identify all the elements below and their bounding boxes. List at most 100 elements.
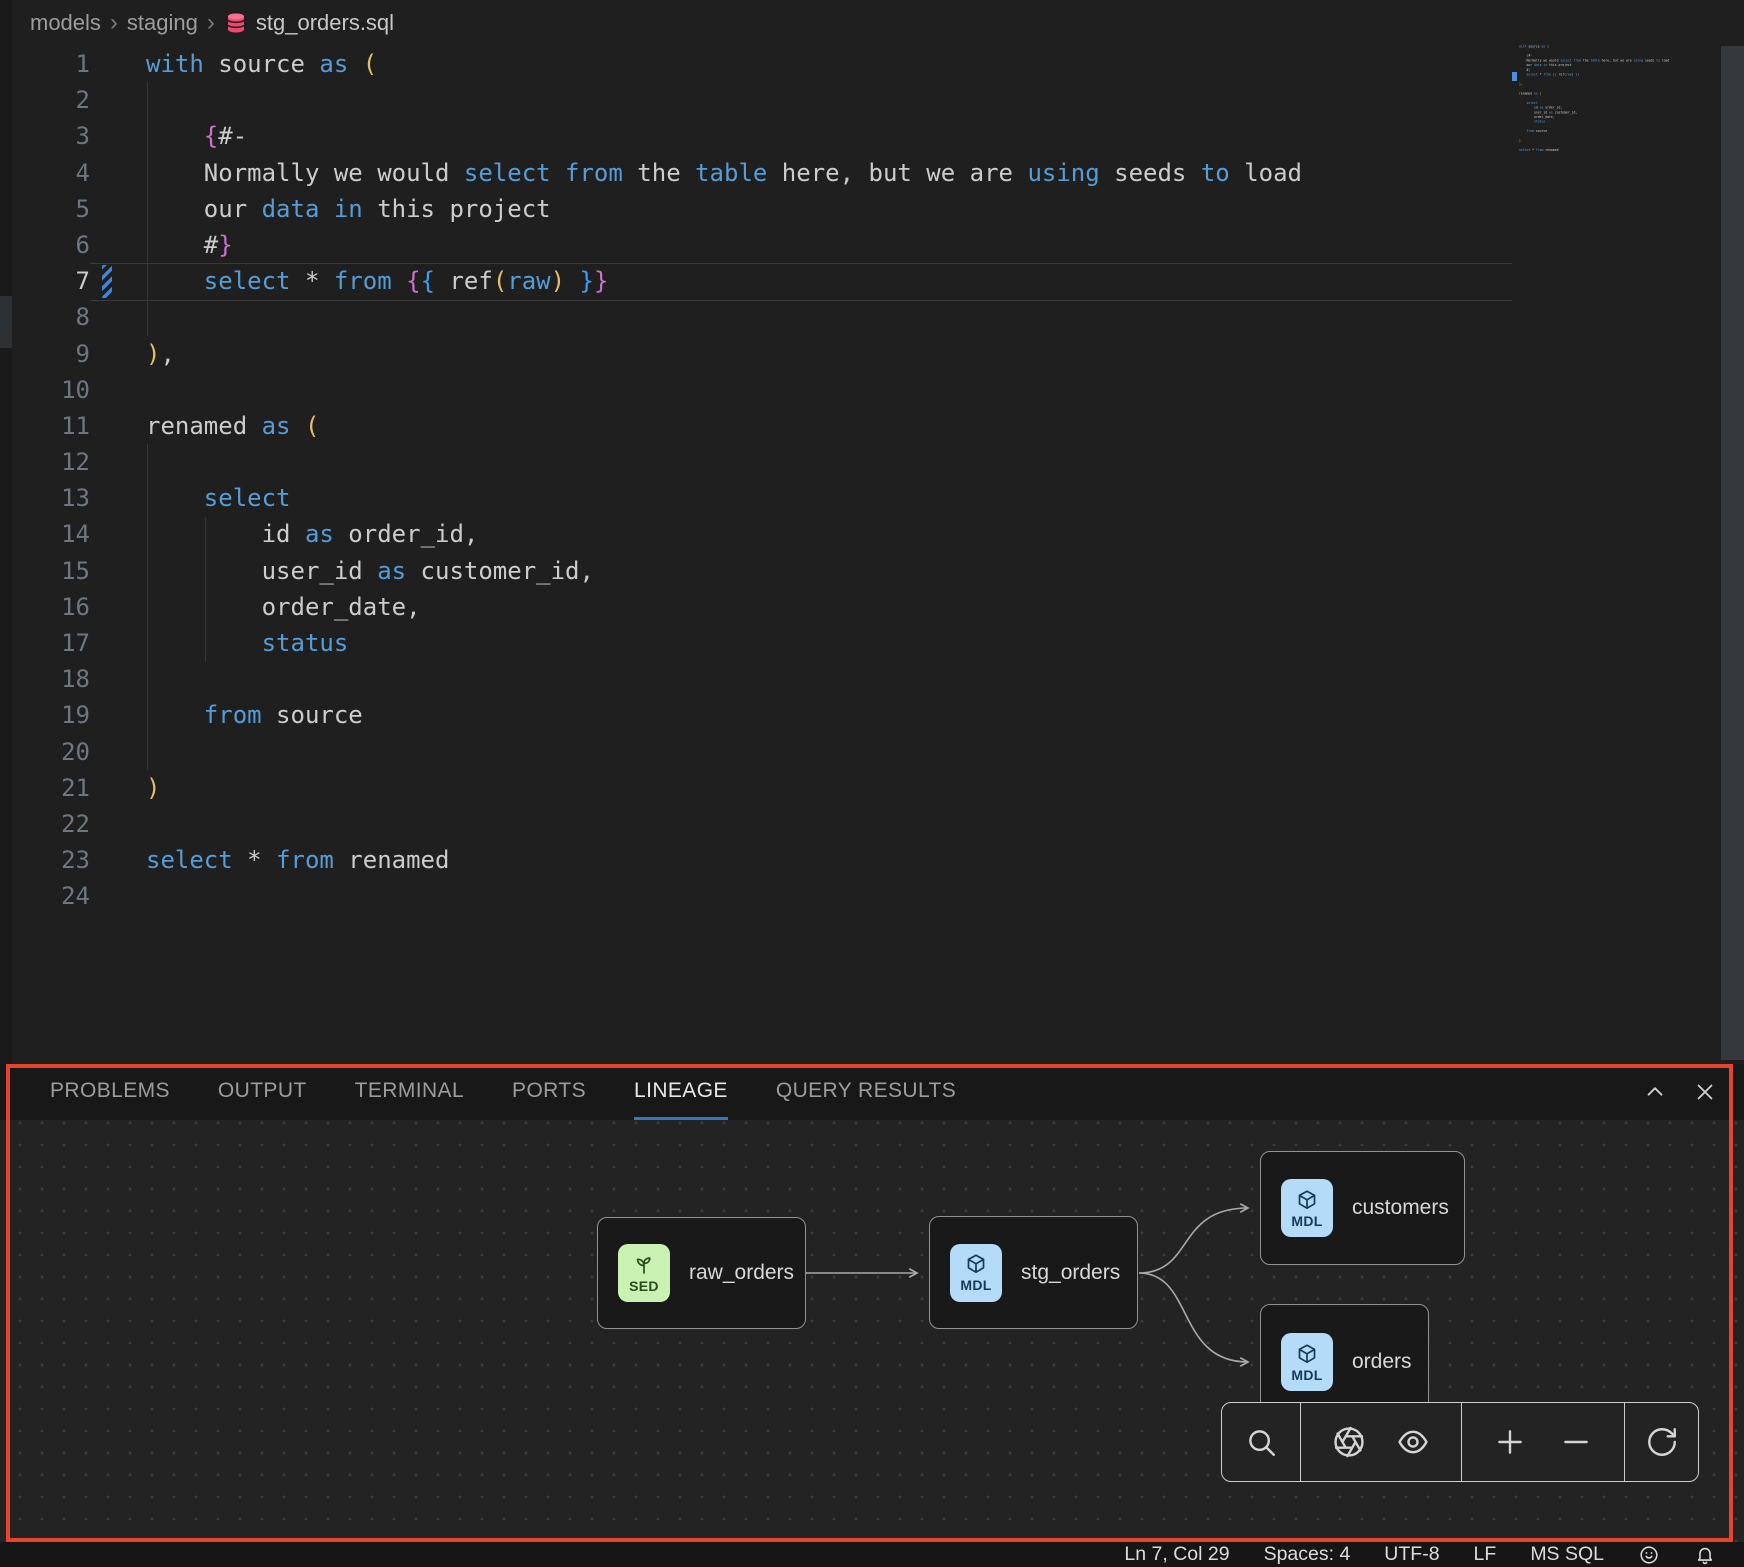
tab-query-results[interactable]: QUERY RESULTS [776, 1064, 956, 1120]
code-token: from [204, 701, 262, 729]
gutter-decoration [90, 625, 146, 661]
code-line[interactable]: 12 [12, 444, 1302, 480]
code-line[interactable]: 15 user_id as customer_id, [12, 553, 1302, 589]
node-label: stg_orders [1021, 1261, 1120, 1285]
code-token: as [262, 412, 291, 440]
panel-tab-bar: PROBLEMS OUTPUT TERMINAL PORTS LINEAGE QUERY … [0, 1064, 956, 1120]
node-label: customers [1352, 1196, 1449, 1220]
code-line[interactable]: 2 [12, 82, 1302, 118]
code-token: the [623, 159, 695, 187]
code-line[interactable]: 7 select * from {{ ref(raw) }} [12, 263, 1302, 299]
left-scroll-strip[interactable] [0, 0, 12, 1064]
code-line[interactable]: 10 [12, 372, 1302, 408]
eye-button[interactable] [1396, 1425, 1430, 1459]
status-item-spaces-4[interactable]: Spaces: 4 [1264, 1543, 1351, 1566]
line-number: 21 [12, 770, 90, 806]
refresh-icon [1645, 1425, 1679, 1459]
code-token: # [146, 231, 218, 259]
line-number: 18 [12, 661, 90, 697]
code-line[interactable]: 14 id as order_id, [12, 516, 1302, 552]
badge-label: MDL [960, 1277, 991, 1293]
status-bar: Ln 7, Col 29 Spaces: 4 UTF-8 LF MS SQL [0, 1542, 1744, 1567]
line-number: 10 [12, 372, 90, 408]
code-token: , [160, 340, 174, 368]
code-line[interactable]: 11 renamed as ( [12, 408, 1302, 444]
search-button[interactable] [1244, 1425, 1278, 1459]
gutter-decoration [90, 444, 146, 480]
code-line[interactable]: 16 order_date, [12, 589, 1302, 625]
aperture-button[interactable] [1332, 1425, 1366, 1459]
badge-label: SED [629, 1278, 659, 1294]
editor-scrollbar[interactable] [1721, 46, 1744, 1060]
feedback-smiley-icon [1638, 1544, 1660, 1566]
code-token: data in [262, 195, 363, 223]
code-token: user_id [146, 557, 377, 585]
code-token: as [305, 520, 334, 548]
code-line[interactable]: 20 [12, 734, 1302, 770]
code-line[interactable]: 21 ) [12, 770, 1302, 806]
breadcrumb-separator: › [207, 9, 215, 37]
cube-icon [964, 1252, 988, 1276]
code-line[interactable]: 17 status [12, 625, 1302, 661]
code-token: { [421, 267, 435, 295]
minimap[interactable]: with source as ( {#- Normally we would s… [1519, 44, 1705, 204]
code-line[interactable]: 5 our data in this project [12, 191, 1302, 227]
code-line[interactable]: 18 [12, 661, 1302, 697]
zoom-in-icon [1493, 1425, 1527, 1459]
code-line[interactable]: 6 #} [12, 227, 1302, 263]
code-line[interactable]: 9 ), [12, 336, 1302, 372]
code-token [291, 412, 305, 440]
status-item-ln-7-col-29[interactable]: Ln 7, Col 29 [1124, 1543, 1229, 1566]
code-token: status [262, 629, 349, 657]
code-line[interactable]: 13 select [12, 480, 1302, 516]
code-token [348, 50, 362, 78]
bell-button[interactable] [1694, 1544, 1716, 1566]
tab-ports[interactable]: PORTS [512, 1064, 586, 1120]
sprout-icon [632, 1253, 656, 1277]
cube-icon [1295, 1188, 1319, 1212]
left-scroll-thumb[interactable] [0, 296, 12, 348]
code-token: ( [493, 267, 507, 295]
maximize-panel-button[interactable] [1642, 1079, 1668, 1105]
zoom-in-button[interactable] [1493, 1425, 1527, 1459]
code-token: ref [435, 267, 493, 295]
line-number: 15 [12, 553, 90, 589]
code-line[interactable]: 8 [12, 299, 1302, 335]
line-number: 3 [12, 118, 90, 154]
tab-output[interactable]: OUTPUT [218, 1064, 307, 1120]
lineage-node-customers[interactable]: MDL customers [1260, 1151, 1465, 1265]
code-line[interactable]: 1 with source as ( [12, 46, 1302, 82]
status-item-utf-8[interactable]: UTF-8 [1384, 1543, 1439, 1566]
breadcrumb-item[interactable]: staging [127, 10, 198, 36]
code-editor[interactable]: 1 with source as ( 2 3 {#- 4 Normally we… [12, 46, 1302, 915]
tab-terminal[interactable]: TERMINAL [355, 1064, 464, 1120]
refresh-button[interactable] [1645, 1425, 1679, 1459]
status-item-ms-sql[interactable]: MS SQL [1530, 1543, 1604, 1566]
code-token: table [695, 159, 767, 187]
breadcrumb-file[interactable]: stg_orders.sql [224, 10, 394, 36]
code-token: source [204, 50, 320, 78]
status-item-lf[interactable]: LF [1474, 1543, 1497, 1566]
zoom-out-button[interactable] [1559, 1425, 1593, 1459]
tab-lineage[interactable]: LINEAGE [634, 1064, 728, 1120]
close-panel-button[interactable] [1692, 1079, 1718, 1105]
lineage-node-stg_orders[interactable]: MDL stg_orders [929, 1216, 1138, 1329]
code-line[interactable]: 3 {#- [12, 118, 1302, 154]
modified-line-indicator [102, 265, 112, 298]
gutter-decoration [90, 82, 146, 118]
breadcrumb-item[interactable]: models [30, 10, 101, 36]
line-number: 14 [12, 516, 90, 552]
code-line[interactable]: 23 select * from renamed [12, 842, 1302, 878]
feedback-smiley-button[interactable] [1638, 1544, 1660, 1566]
code-token: } [580, 267, 594, 295]
code-line[interactable]: 4 Normally we would select from the tabl… [12, 155, 1302, 191]
lineage-node-raw_orders[interactable]: SED raw_orders [597, 1217, 806, 1329]
code-line[interactable]: 24 [12, 878, 1302, 914]
line-number: 1 [12, 46, 90, 82]
lineage-canvas[interactable]: SED raw_orders MDL stg_orders MDL custom… [0, 1120, 1744, 1542]
gutter-decoration [90, 227, 146, 263]
code-line[interactable]: 19 from source [12, 697, 1302, 733]
tab-problems[interactable]: PROBLEMS [50, 1064, 170, 1120]
code-line[interactable]: 22 [12, 806, 1302, 842]
line-number: 2 [12, 82, 90, 118]
